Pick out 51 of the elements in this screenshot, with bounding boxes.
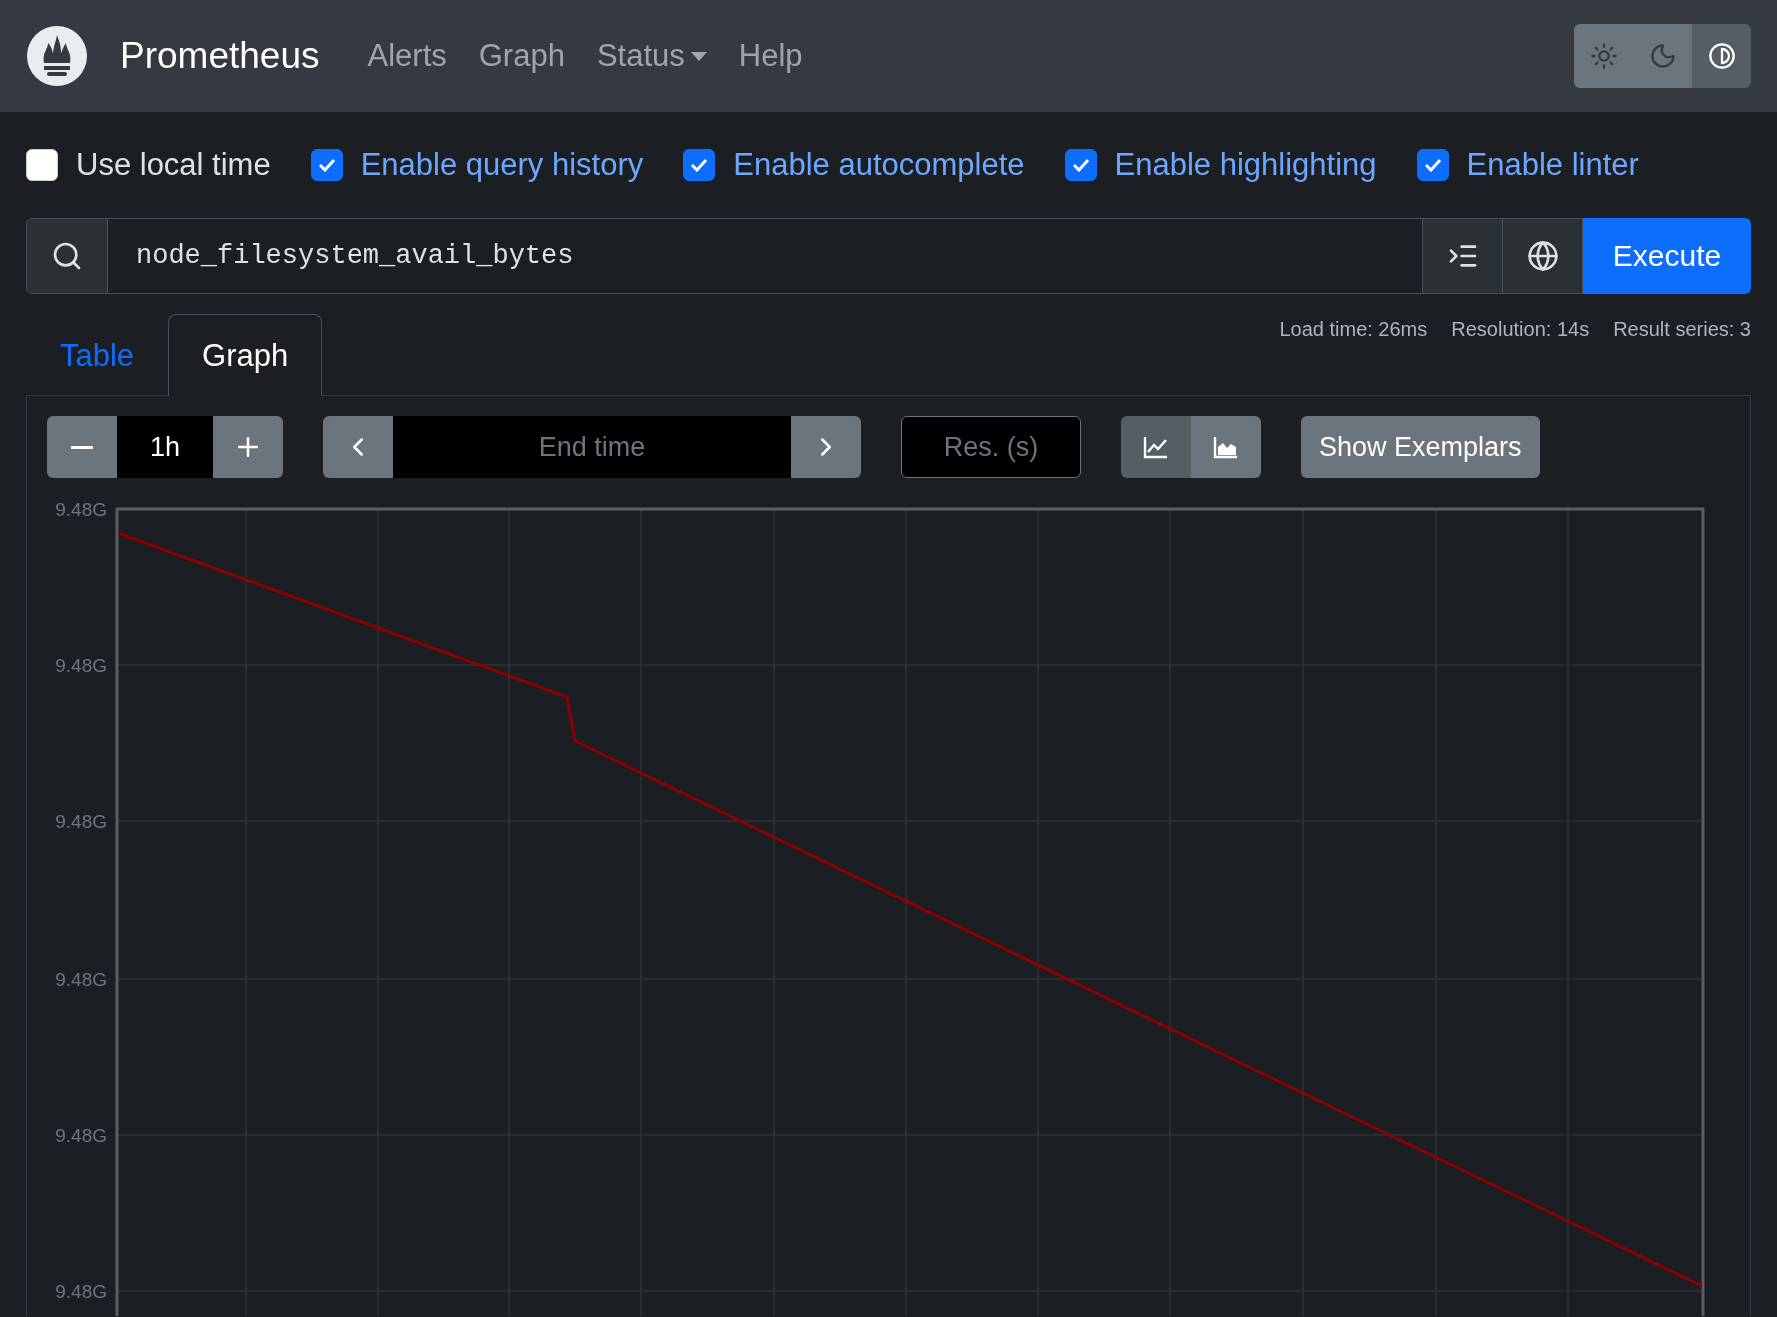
nav-link[interactable]: Status [580, 38, 723, 74]
y-axis-label: 9.48G [55, 969, 107, 990]
flame-logo-icon [26, 25, 88, 87]
check-icon [1071, 158, 1090, 172]
moon-icon [1648, 42, 1677, 70]
checkbox[interactable] [310, 149, 343, 181]
nav-link[interactable]: Graph [462, 38, 581, 74]
option-label: Enable highlighting [1114, 147, 1377, 183]
chart-type-button[interactable] [1121, 416, 1191, 478]
end-time-field[interactable]: End time [393, 416, 791, 478]
execute-button[interactable]: Execute [1583, 218, 1751, 294]
caret-icon [690, 51, 707, 61]
option-label: Enable query history [360, 147, 644, 183]
chart-type-button[interactable] [1191, 416, 1261, 478]
globe-icon [1526, 240, 1559, 272]
minus-icon [71, 445, 93, 449]
query-stat: Result series: 3 [1613, 318, 1751, 341]
y-axis-label: 9.48G [55, 499, 107, 520]
half-circle-icon [1707, 42, 1736, 70]
nav-link[interactable]: Alerts [351, 38, 463, 74]
resolution-field[interactable]: Res. (s) [901, 416, 1081, 478]
brand-title[interactable]: Prometheus [120, 35, 320, 77]
area-chart-icon [1213, 435, 1239, 459]
search-icon [51, 240, 83, 272]
format-button[interactable] [1423, 218, 1503, 294]
tab[interactable]: Table [26, 314, 169, 396]
y-axis-label: 9.48G [55, 1125, 107, 1146]
query-stat: Resolution: 14s [1451, 318, 1590, 341]
query-field[interactable]: node_filesystem_avail_bytes [108, 218, 1423, 294]
metrics-explorer-button[interactable] [1503, 218, 1583, 294]
y-axis-label: 9.48G [55, 655, 107, 676]
checkbox[interactable] [1064, 149, 1097, 181]
y-axis-label: 9.48G [55, 1281, 107, 1302]
checkbox[interactable] [1416, 149, 1449, 181]
query-stat: Load time: 26ms [1279, 318, 1428, 341]
check-icon [317, 158, 336, 172]
range-field[interactable]: 1h [117, 416, 213, 478]
checkbox[interactable] [683, 149, 716, 181]
sun-icon [1589, 42, 1618, 70]
nav-link[interactable]: Help [722, 38, 819, 74]
tab[interactable]: Graph [168, 314, 323, 396]
theme-button[interactable] [1692, 24, 1751, 88]
check-icon [690, 158, 709, 172]
y-axis-label: 9.48G [55, 811, 107, 832]
option-label: Enable autocomplete [733, 147, 1025, 183]
option-label: Use local time [76, 147, 271, 183]
checkbox[interactable] [26, 149, 58, 181]
check-icon [1423, 158, 1442, 172]
line-chart-icon [1143, 435, 1169, 459]
show-exemplars-button[interactable]: Show Exemplars [1301, 416, 1540, 478]
option-label: Enable linter [1466, 147, 1639, 183]
